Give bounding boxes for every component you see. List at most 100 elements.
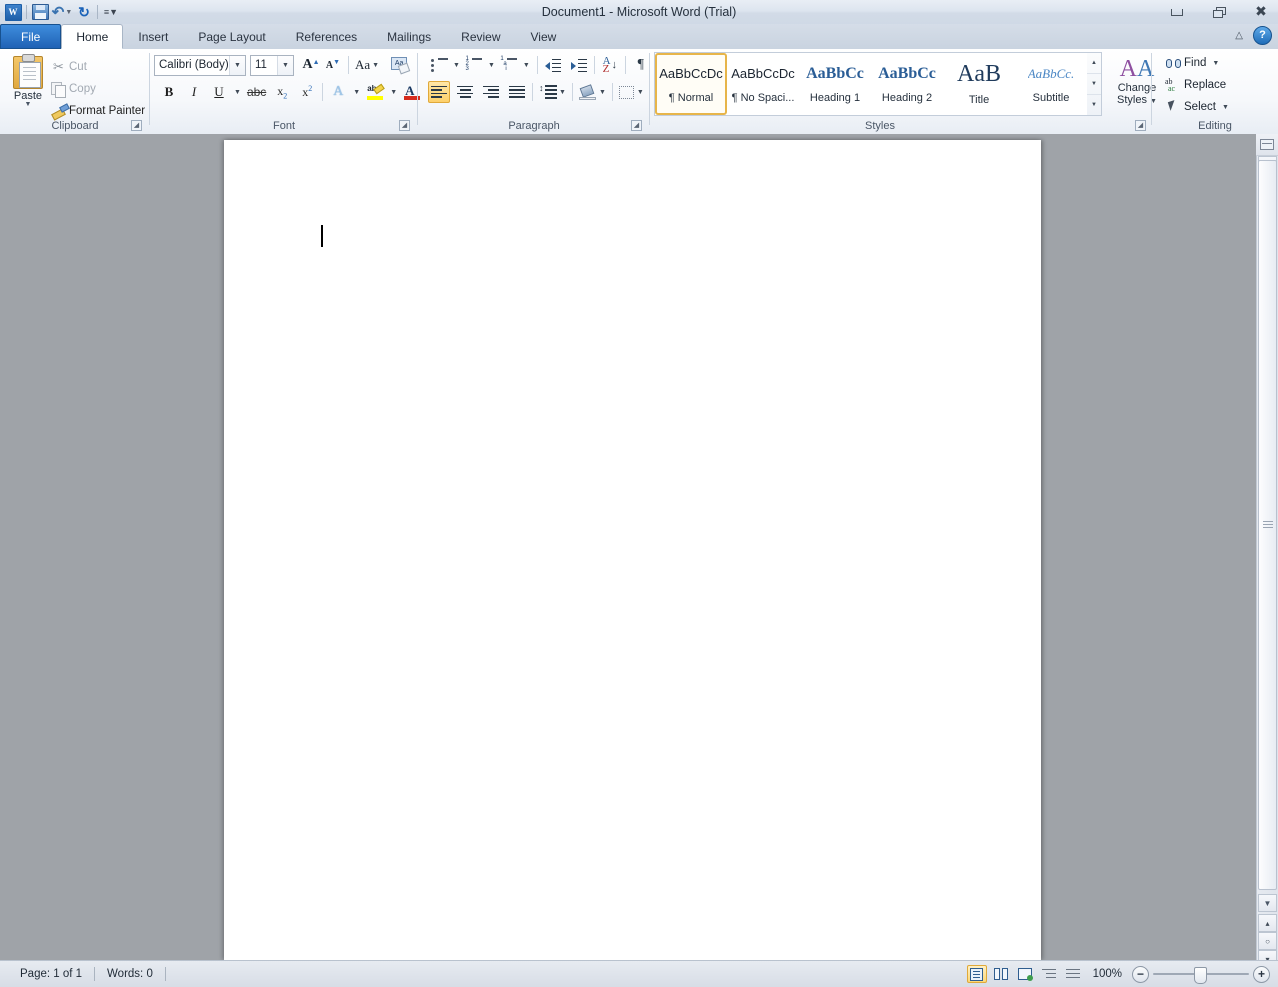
style-item-subtitle[interactable]: AaBbCc. Subtitle xyxy=(1015,53,1087,115)
tab-page-layout[interactable]: Page Layout xyxy=(183,24,280,49)
font-size-dropdown-icon[interactable]: ▼ xyxy=(277,56,293,75)
close-button[interactable]: ✖ xyxy=(1248,2,1274,22)
align-right-button[interactable] xyxy=(480,81,502,103)
undo-icon[interactable]: ↶▼ xyxy=(51,2,73,22)
decrease-indent-button[interactable] xyxy=(542,54,564,76)
minimize-button[interactable] xyxy=(1164,2,1190,22)
select-dropdown-icon[interactable]: ▼ xyxy=(1222,104,1229,111)
paste-dropdown-icon[interactable]: ▼ xyxy=(25,102,32,108)
view-outline-button[interactable] xyxy=(1039,965,1059,983)
zoom-level-label[interactable]: 100% xyxy=(1087,968,1128,980)
format-painter-button[interactable]: Format Painter xyxy=(48,100,145,121)
styles-scroll-up-icon[interactable]: ▲ xyxy=(1087,53,1101,74)
view-full-screen-reading-button[interactable] xyxy=(991,965,1011,983)
styles-scroll-down-icon[interactable]: ▼ xyxy=(1087,74,1101,95)
cut-button[interactable]: ✂ Cut xyxy=(48,56,87,77)
select-browse-object-button[interactable]: ○ xyxy=(1258,932,1277,950)
style-item-heading-2[interactable]: AaBbCc Heading 2 xyxy=(871,53,943,115)
redo-icon[interactable]: ↻ xyxy=(73,2,95,22)
borders-button[interactable]: ▼ xyxy=(617,81,646,103)
previous-page-button[interactable]: ▴ xyxy=(1258,914,1277,932)
word-logo-icon[interactable]: W xyxy=(2,2,24,22)
customize-qat-icon[interactable]: ≡▼ xyxy=(100,2,122,22)
underline-button[interactable]: U xyxy=(208,81,230,103)
bullets-button[interactable] xyxy=(428,54,450,76)
scroll-down-button[interactable]: ▼ xyxy=(1258,894,1277,912)
bullets-dropdown-icon[interactable]: ▼ xyxy=(453,62,460,69)
tab-home[interactable]: Home xyxy=(61,24,123,49)
line-spacing-button[interactable]: ↕ ▼ xyxy=(537,81,568,103)
scroll-thumb[interactable] xyxy=(1258,160,1277,890)
replace-button[interactable]: abac Replace xyxy=(1162,74,1226,96)
increase-indent-button[interactable] xyxy=(568,54,590,76)
font-name-dropdown-icon[interactable]: ▼ xyxy=(229,56,245,75)
style-item-no-spacing[interactable]: AaBbCcDc ¶ No Spaci... xyxy=(727,53,799,115)
strikethrough-button[interactable]: abc xyxy=(245,81,268,103)
page-status[interactable]: Page: 1 of 1 xyxy=(8,961,94,987)
paragraph-dialog-launcher[interactable]: ◢ xyxy=(631,120,642,131)
clipboard-dialog-launcher[interactable]: ◢ xyxy=(131,120,142,131)
save-icon[interactable] xyxy=(29,2,51,22)
restore-button[interactable] xyxy=(1206,2,1232,22)
underline-dropdown-icon[interactable]: ▼ xyxy=(234,89,241,96)
styles-dialog-launcher[interactable]: ◢ xyxy=(1135,120,1146,131)
tab-insert[interactable]: Insert xyxy=(123,24,183,49)
sort-button[interactable]: AZ ↓ xyxy=(599,54,621,76)
multilevel-list-button[interactable]: 1ai xyxy=(498,54,520,76)
split-box[interactable] xyxy=(1256,134,1278,156)
superscript-button[interactable]: x2 xyxy=(296,81,318,103)
zoom-in-button[interactable]: + xyxy=(1253,966,1270,983)
justify-button[interactable] xyxy=(506,81,528,103)
document-page[interactable] xyxy=(224,140,1041,960)
style-item-title[interactable]: AaB Title xyxy=(943,53,1015,115)
italic-button[interactable]: I xyxy=(183,81,205,103)
bold-button[interactable]: B xyxy=(158,81,180,103)
tab-file[interactable]: File xyxy=(0,24,61,49)
select-button[interactable]: Select ▼ xyxy=(1162,96,1229,118)
text-effects-button[interactable]: A xyxy=(327,81,349,103)
change-case-button[interactable]: Aa ▼ xyxy=(353,54,381,76)
find-button[interactable]: Find ▼ xyxy=(1162,52,1219,74)
view-draft-button[interactable] xyxy=(1063,965,1083,983)
paste-button[interactable]: Paste ▼ xyxy=(6,52,50,124)
highlight-button[interactable]: ab xyxy=(364,81,386,103)
shading-button[interactable]: ▼ xyxy=(577,81,608,103)
view-print-layout-button[interactable] xyxy=(967,965,987,983)
font-name-combo[interactable]: Calibri (Body) ▼ xyxy=(154,55,246,76)
styles-more-icon[interactable]: ▼ xyxy=(1087,95,1101,115)
word-count-status[interactable]: Words: 0 xyxy=(95,961,165,987)
highlight-dropdown-icon[interactable]: ▼ xyxy=(390,89,397,96)
zoom-slider-thumb[interactable] xyxy=(1194,967,1207,984)
tab-view[interactable]: View xyxy=(516,24,572,49)
shrink-font-button[interactable]: A▼ xyxy=(322,54,344,76)
vertical-scrollbar[interactable]: ▲ ▼ ▴ ○ ▾ xyxy=(1256,134,1278,960)
text-effects-dropdown-icon[interactable]: ▼ xyxy=(353,89,360,96)
styles-gallery-scrollbar[interactable]: ▲ ▼ ▼ xyxy=(1087,52,1102,116)
document-workspace xyxy=(0,134,1278,960)
styles-gallery[interactable]: AaBbCcDc ¶ Normal AaBbCcDc ¶ No Spaci...… xyxy=(654,52,1088,116)
tab-review[interactable]: Review xyxy=(446,24,515,49)
find-dropdown-icon[interactable]: ▼ xyxy=(1212,60,1219,67)
font-size-combo[interactable]: 11 ▼ xyxy=(250,55,294,76)
tab-references[interactable]: References xyxy=(281,24,372,49)
numbering-dropdown-icon[interactable]: ▼ xyxy=(488,62,495,69)
view-web-layout-button[interactable] xyxy=(1015,965,1035,983)
minimize-ribbon-icon[interactable]: △ xyxy=(1235,30,1243,41)
grow-font-button[interactable]: A▲ xyxy=(300,54,322,76)
style-item-heading-1[interactable]: AaBbCс Heading 1 xyxy=(799,53,871,115)
multilevel-dropdown-icon[interactable]: ▼ xyxy=(523,62,530,69)
numbering-button[interactable]: 123 xyxy=(463,54,485,76)
zoom-slider[interactable] xyxy=(1153,967,1249,982)
quick-access-toolbar[interactable]: W ↶▼ ↻ ≡▼ xyxy=(2,2,122,22)
copy-button[interactable]: Copy xyxy=(48,78,96,99)
help-icon[interactable]: ? xyxy=(1253,26,1272,45)
window-controls[interactable]: ✖ xyxy=(1164,0,1274,24)
zoom-out-button[interactable]: − xyxy=(1132,966,1149,983)
font-dialog-launcher[interactable]: ◢ xyxy=(399,120,410,131)
tab-mailings[interactable]: Mailings xyxy=(372,24,446,49)
subscript-button[interactable]: x2 xyxy=(271,81,293,103)
style-item-normal[interactable]: AaBbCcDc ¶ Normal xyxy=(655,53,727,115)
clear-formatting-button[interactable]: Aa xyxy=(389,54,411,76)
align-left-button[interactable] xyxy=(428,81,450,103)
align-center-button[interactable] xyxy=(454,81,476,103)
